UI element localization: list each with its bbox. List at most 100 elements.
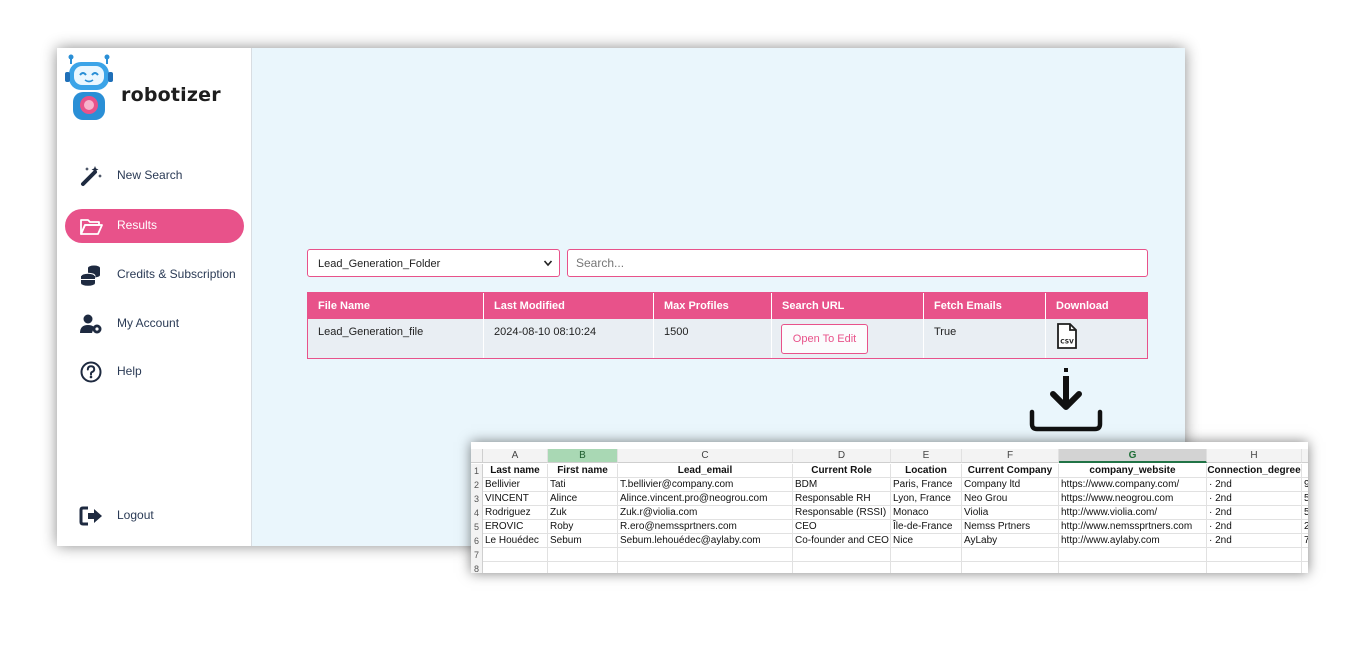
row-number: 8 [471,562,483,573]
sidebar-item-new-search[interactable]: New Search [65,159,244,193]
sheet-cell: CEO [793,520,891,534]
sheet-cell: 2 [1302,520,1308,534]
sheet-cell [548,548,618,562]
cell-fetch-emails: True [924,319,1046,358]
csv-file-icon[interactable]: CSV [1056,323,1078,349]
sheet-cell: Nice [891,534,962,548]
sheet-header-cell: Last name [483,464,548,478]
sheet-cell: Company ltd [962,478,1059,492]
sheet-data-row: Le Houédec Sebum Sebum.lehouédec@aylaby.… [483,534,1308,548]
sheet-cell: BDM [793,478,891,492]
sheet-cell: · 2nd [1207,534,1302,548]
sheet-cell: 7 [1302,534,1308,548]
sheet-cell: Rodriguez [483,506,548,520]
logout-icon [79,506,102,526]
search-input[interactable] [567,249,1148,277]
column-header-max-profiles[interactable]: Max Profiles [654,293,772,319]
chevron-down-icon [543,260,553,267]
column-header-download[interactable]: Download [1046,293,1147,319]
sheet-cell: VINCENT [483,492,548,506]
column-header-label: File Name [318,300,370,312]
sidebar-item-label: Help [117,364,142,378]
sheet-cell [793,548,891,562]
sheet-cell [1059,548,1207,562]
column-header-file-name[interactable]: File Name [308,293,484,319]
logo: robotizer [63,54,253,134]
sheet-cell [962,562,1059,573]
sheet-cell [891,562,962,573]
column-header-label: Search URL [782,300,845,312]
sheet-cell: https://www.neogrou.com [1059,492,1207,506]
sheet-cell [891,548,962,562]
sheet-cell: http://www.nemssprtners.com [1059,520,1207,534]
sheet-cell [618,548,793,562]
row-number: 7 [471,548,483,562]
sidebar-item-label: My Account [117,316,180,330]
sheet-data-row: EROVIC Roby R.ero@nemssprtners.com CEO Î… [483,520,1308,534]
sheet-cell: AyLaby [962,534,1059,548]
row-number: 6 [471,534,483,548]
sheet-cell [618,562,793,573]
sheet-cell: Responsable (RSSI) [793,506,891,520]
column-letter-e: E [891,449,962,463]
sheet-cell: Tati [548,478,618,492]
sheet-cell: Co-founder and CEO [793,534,891,548]
sheet-cell: R.ero@nemssprtners.com [618,520,793,534]
sheet-cell: Bellivier [483,478,548,492]
sheet-cell [483,562,548,573]
sheet-cell: · 2nd [1207,506,1302,520]
sheet-header-cell: Connection_degree [1207,464,1302,478]
column-letter-g: G [1059,449,1207,463]
column-header-last-modified[interactable]: Last Modified [484,293,654,319]
robot-logo-icon [65,54,113,120]
sheet-cell [793,562,891,573]
folder-open-icon [80,219,103,235]
column-letter-a: A [483,449,548,463]
sidebar-item-label: New Search [117,168,183,182]
column-header-fetch-emails[interactable]: Fetch Emails [924,293,1046,319]
row-number: 5 [471,520,483,534]
sheet-header-row: Last name First name Lead_email Current … [483,464,1308,478]
results-table: File Name Last Modified Max Profiles Sea… [307,292,1148,359]
user-gear-icon [80,314,102,334]
sidebar-item-results[interactable]: Results [65,209,244,243]
sheet-cell: Sebum.lehouédec@aylaby.com [618,534,793,548]
row-number: 1 [471,464,483,478]
sheet-cell: Responsable RH [793,492,891,506]
cell-max-profiles: 1500 [654,319,772,358]
column-letter-h: H [1207,449,1302,463]
sidebar-item-label: Credits & Subscription [117,267,236,281]
sheet-cell [962,548,1059,562]
sheet-cell: Paris, France [891,478,962,492]
sheet-cell [1207,562,1302,573]
sidebar-item-help[interactable]: Help [65,355,244,389]
sheet-cell: Lyon, France [891,492,962,506]
coins-icon [80,265,100,286]
sheet-cell [1207,548,1302,562]
sidebar-item-credits[interactable]: Credits & Subscription [65,258,244,292]
max-profiles: 1500 [664,326,689,338]
sheet-cell: · 2nd [1207,492,1302,506]
open-to-edit-button[interactable]: Open To Edit [781,324,868,354]
sheet-cell: Roby [548,520,618,534]
column-header-search-url[interactable]: Search URL [772,293,924,319]
folder-select[interactable]: Lead_Generation_Folder [307,249,560,277]
sheet-cell: http://www.aylaby.com [1059,534,1207,548]
column-letter-f: F [962,449,1059,463]
cell-last-modified: 2024-08-10 08:10:24 [484,319,654,358]
brand-name: robotizer [121,84,221,106]
sidebar: robotizer New Search Results Credits & S… [57,48,252,546]
sidebar-item-my-account[interactable]: My Account [65,307,244,341]
column-header-label: Download [1056,300,1109,312]
sheet-cell: Alince [548,492,618,506]
file-name: Lead_Generation_file [318,326,424,338]
logout-button[interactable]: Logout [65,499,244,533]
sheet-empty-row [483,562,1308,573]
sheet-header-cell: Current Role [793,464,891,478]
spreadsheet-preview: A B C D E F G H 1 2 3 4 5 6 7 8 Last nam… [471,442,1308,573]
cell-search-url: Open To Edit [772,319,924,358]
sheet-cell: Monaco [891,506,962,520]
sheet-data-row: Bellivier Tati T.bellivier@company.com B… [483,478,1308,492]
table-header: File Name Last Modified Max Profiles Sea… [308,293,1147,319]
sheet-cell: 9 [1302,478,1308,492]
